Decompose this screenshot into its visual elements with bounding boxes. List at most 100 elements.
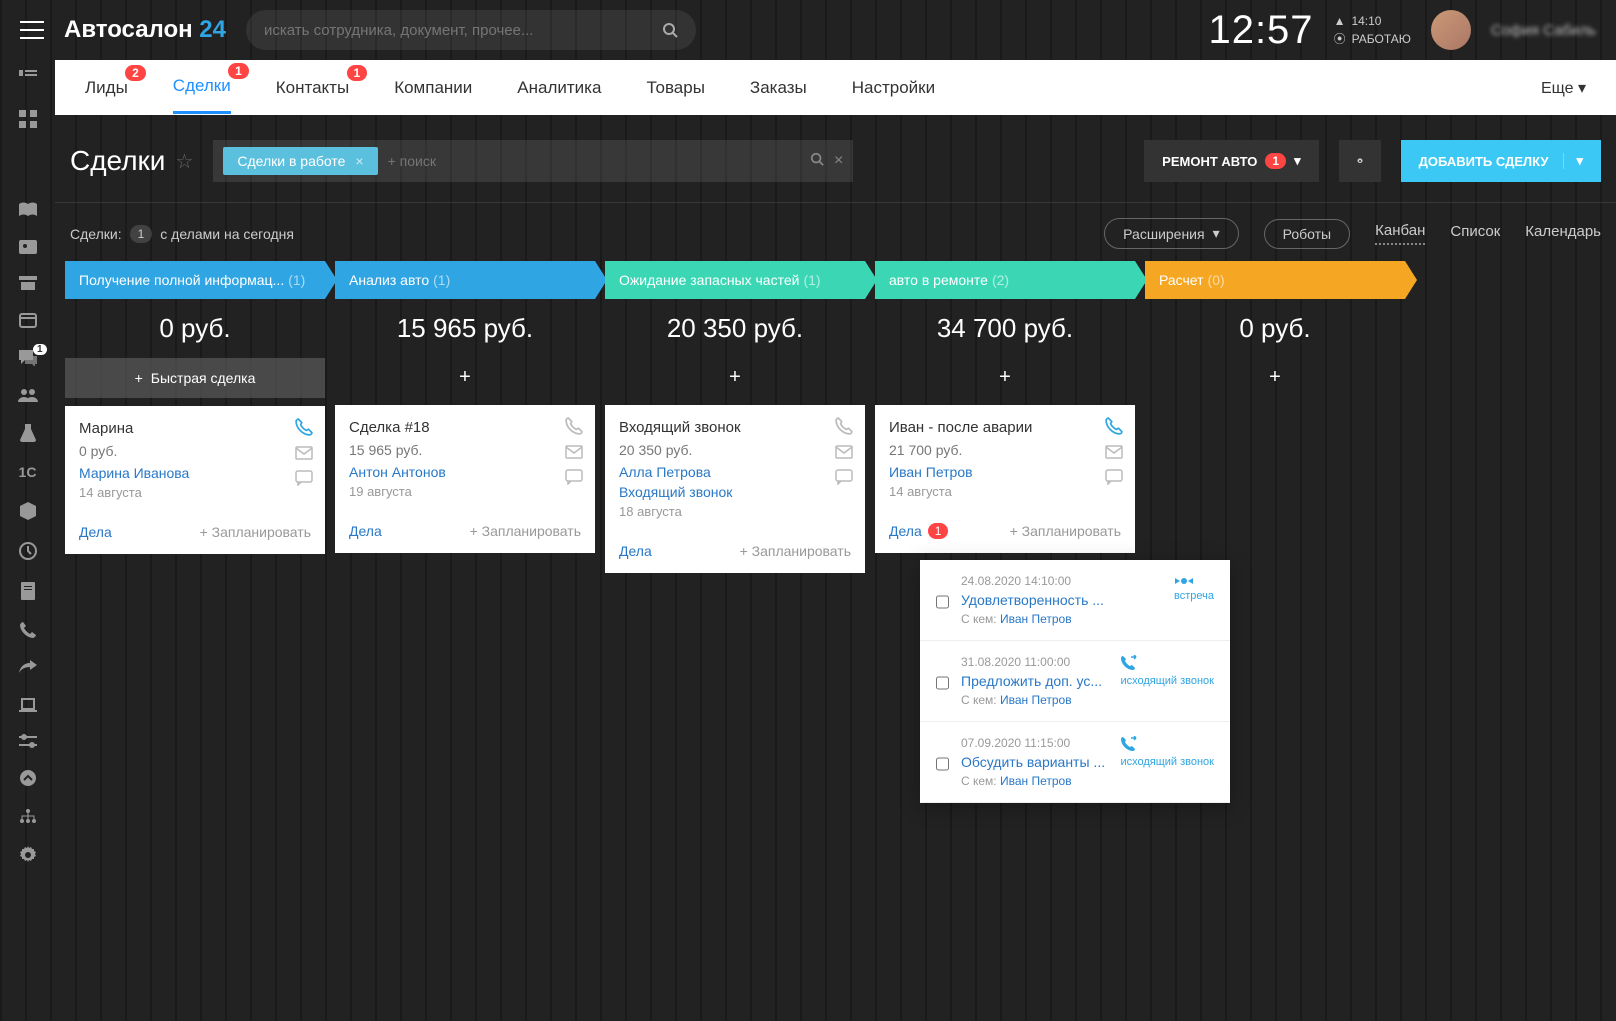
user-avatar[interactable] bbox=[1431, 10, 1471, 50]
view-list-tab[interactable]: Список bbox=[1450, 223, 1500, 244]
mail-icon[interactable] bbox=[565, 445, 583, 459]
card-contact-link[interactable]: Входящий звонок bbox=[619, 484, 851, 500]
column-header[interactable]: Анализ авто (1) bbox=[335, 261, 595, 299]
nav-item-Лиды[interactable]: Лиды2 bbox=[85, 63, 128, 113]
add-card-button[interactable]: + bbox=[1145, 358, 1405, 397]
filter-chip[interactable]: Сделки в работе × bbox=[223, 147, 377, 175]
nav-item-Контакты[interactable]: Контакты1 bbox=[276, 63, 349, 113]
nav-item-Аналитика[interactable]: Аналитика bbox=[517, 63, 601, 113]
rail-gear-icon[interactable] bbox=[19, 846, 37, 864]
rail-device-icon[interactable] bbox=[19, 698, 37, 712]
search-icon[interactable] bbox=[810, 152, 824, 170]
menu-burger-icon[interactable] bbox=[20, 21, 44, 39]
deal-card[interactable]: Сделка #18 15 965 руб. Антон Антонов 19 … bbox=[335, 405, 595, 553]
card-plan-link[interactable]: + Запланировать bbox=[470, 523, 581, 539]
phone-icon[interactable] bbox=[1105, 417, 1123, 435]
task-who-link[interactable]: Иван Петров bbox=[1000, 693, 1072, 707]
rail-sitemap-icon[interactable] bbox=[19, 808, 37, 824]
add-card-button[interactable]: + bbox=[605, 358, 865, 397]
view-kanban-tab[interactable]: Канбан bbox=[1375, 222, 1425, 245]
rail-chat-icon[interactable]: 1 bbox=[19, 350, 37, 366]
deal-card[interactable]: Иван - после аварии 21 700 руб. Иван Пет… bbox=[875, 405, 1135, 553]
card-contact-link[interactable]: Иван Петров bbox=[889, 464, 1121, 480]
phone-icon[interactable] bbox=[565, 417, 583, 435]
nav-item-Сделки[interactable]: Сделки1 bbox=[173, 61, 231, 114]
rail-contacts-icon[interactable] bbox=[19, 240, 37, 254]
global-search[interactable] bbox=[246, 10, 696, 50]
chat-icon[interactable] bbox=[835, 469, 853, 485]
add-card-button[interactable]: + bbox=[875, 358, 1135, 397]
chevron-down-icon[interactable]: ▾ bbox=[1563, 153, 1583, 169]
view-calendar-tab[interactable]: Календарь bbox=[1525, 223, 1601, 244]
task-row[interactable]: 24.08.2020 14:10:00 Удовлетворенность ..… bbox=[920, 560, 1230, 641]
task-row[interactable]: 07.09.2020 11:15:00 Обсудить варианты ..… bbox=[920, 722, 1230, 803]
task-checkbox[interactable] bbox=[936, 659, 949, 707]
add-deal-button[interactable]: ДОБАВИТЬ СДЕЛКУ ▾ bbox=[1401, 140, 1601, 182]
task-checkbox[interactable] bbox=[936, 578, 949, 626]
nav-item-Настройки[interactable]: Настройки bbox=[852, 63, 935, 113]
filter-input[interactable] bbox=[388, 153, 810, 169]
rail-list-icon[interactable] bbox=[19, 70, 37, 88]
column-header[interactable]: Ожидание запасных частей (1) bbox=[605, 261, 865, 299]
mail-icon[interactable] bbox=[1105, 445, 1123, 459]
task-row[interactable]: 31.08.2020 11:00:00 Предложить доп. ус..… bbox=[920, 641, 1230, 722]
quick-deal-button[interactable]: +Быстрая сделка bbox=[65, 358, 325, 398]
rail-doc-icon[interactable] bbox=[21, 582, 35, 600]
rail-apps-icon[interactable] bbox=[19, 110, 37, 128]
brand-logo[interactable]: Автосалон 24 bbox=[64, 16, 226, 44]
rail-cube-icon[interactable] bbox=[20, 502, 36, 520]
rail-clock-icon[interactable] bbox=[19, 542, 37, 560]
nav-item-Заказы[interactable]: Заказы bbox=[750, 63, 807, 113]
robots-button[interactable]: Роботы bbox=[1264, 219, 1350, 249]
phone-icon[interactable] bbox=[835, 417, 853, 435]
card-contact-link[interactable]: Марина Иванова bbox=[79, 465, 311, 481]
close-icon[interactable]: × bbox=[355, 153, 363, 169]
rail-flask-icon[interactable] bbox=[20, 424, 36, 442]
nav-more[interactable]: Еще ▾ bbox=[1541, 78, 1586, 98]
card-tasks-link[interactable]: Дела 1 bbox=[889, 523, 948, 539]
task-who-link[interactable]: Иван Петров bbox=[1000, 774, 1072, 788]
card-tasks-link[interactable]: Дела bbox=[79, 524, 112, 540]
add-card-button[interactable]: + bbox=[335, 358, 595, 397]
nav-item-Компании[interactable]: Компании bbox=[394, 63, 472, 113]
rail-phone-icon[interactable] bbox=[20, 622, 36, 638]
card-contact-link[interactable]: Антон Антонов bbox=[349, 464, 581, 480]
global-search-input[interactable] bbox=[264, 22, 662, 39]
mail-icon[interactable] bbox=[295, 446, 313, 460]
search-icon[interactable] bbox=[662, 22, 678, 38]
card-contact-link[interactable]: Алла Петрова bbox=[619, 464, 851, 480]
card-tasks-link[interactable]: Дела bbox=[619, 543, 652, 559]
deal-card[interactable]: Марина 0 руб. Марина Иванова 14 августа … bbox=[65, 406, 325, 554]
card-plan-link[interactable]: + Запланировать bbox=[200, 524, 311, 540]
mail-icon[interactable] bbox=[835, 445, 853, 459]
card-plan-link[interactable]: + Запланировать bbox=[1010, 523, 1121, 539]
rail-calendar-icon[interactable] bbox=[19, 312, 37, 328]
rail-share-icon[interactable] bbox=[19, 660, 37, 676]
pipeline-select-button[interactable]: РЕМОНТ АВТО 1 ▾ bbox=[1144, 140, 1318, 182]
task-who-link[interactable]: Иван Петров bbox=[1000, 612, 1072, 626]
chat-icon[interactable] bbox=[1105, 469, 1123, 485]
star-icon[interactable]: ☆ bbox=[175, 149, 193, 174]
task-title[interactable]: Предложить доп. ус... bbox=[961, 673, 1108, 689]
settings-button[interactable] bbox=[1339, 140, 1381, 182]
task-title[interactable]: Удовлетворенность ... bbox=[961, 592, 1121, 608]
rail-sliders-icon[interactable] bbox=[19, 734, 37, 748]
rail-book-icon[interactable] bbox=[19, 202, 37, 218]
column-header[interactable]: авто в ремонте (2) bbox=[875, 261, 1135, 299]
phone-icon[interactable] bbox=[295, 418, 313, 436]
column-header[interactable]: Расчет (0) bbox=[1145, 261, 1405, 299]
chat-icon[interactable] bbox=[295, 470, 313, 486]
card-plan-link[interactable]: + Запланировать bbox=[740, 543, 851, 559]
card-tasks-link[interactable]: Дела bbox=[349, 523, 382, 539]
rail-circle-up-icon[interactable] bbox=[20, 770, 36, 786]
extensions-button[interactable]: Расширения ▾ bbox=[1104, 218, 1238, 249]
deal-card[interactable]: Входящий звонок 20 350 руб. Алла Петрова… bbox=[605, 405, 865, 573]
nav-item-Товары[interactable]: Товары bbox=[646, 63, 704, 113]
filter-box[interactable]: Сделки в работе × × bbox=[213, 140, 853, 182]
task-title[interactable]: Обсудить варианты ... bbox=[961, 754, 1108, 770]
rail-1c-icon[interactable]: 1C bbox=[19, 464, 37, 480]
task-checkbox[interactable] bbox=[936, 740, 949, 788]
clear-icon[interactable]: × bbox=[834, 152, 843, 170]
column-header[interactable]: Получение полной информац... (1) bbox=[65, 261, 325, 299]
rail-box-icon[interactable] bbox=[19, 276, 37, 290]
